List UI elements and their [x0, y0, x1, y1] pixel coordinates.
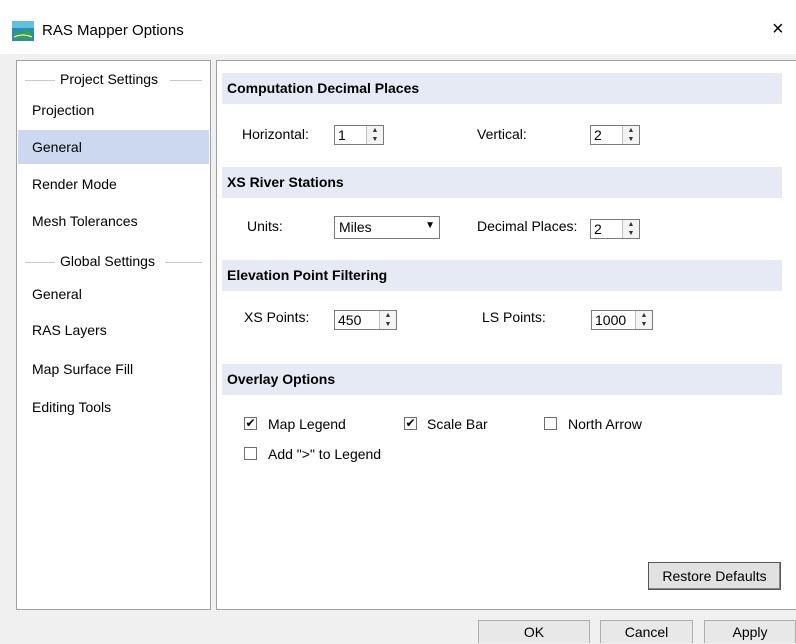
title-bar: RAS Mapper Options × [0, 0, 796, 54]
settings-content-panel: Computation Decimal Places Horizontal: 1… [216, 60, 796, 610]
window-title: RAS Mapper Options [42, 22, 184, 39]
vertical-value: 2 [594, 127, 602, 143]
restore-defaults-button[interactable]: Restore Defaults [648, 562, 781, 590]
north-arrow-label[interactable]: North Arrow [568, 416, 642, 432]
xs-points-label: XS Points: [244, 309, 310, 325]
nav-item-mesh-tolerances[interactable]: Mesh Tolerances [18, 204, 209, 238]
chevron-down-icon[interactable]: ▼ [425, 220, 435, 231]
horizontal-value: 1 [338, 127, 346, 143]
nav-item-map-surface-fill[interactable]: Map Surface Fill [18, 352, 209, 386]
project-settings-label: Project Settings [60, 71, 159, 87]
spinner-arrows-icon[interactable]: ▲ ▼ [379, 311, 396, 329]
spinner-arrows-icon[interactable]: ▲ ▼ [622, 126, 639, 144]
close-icon[interactable]: × [772, 18, 784, 40]
overlay-section-header: Overlay Options [222, 364, 782, 395]
map-legend-label[interactable]: Map Legend [268, 416, 346, 432]
cancel-button[interactable]: Cancel [600, 620, 693, 643]
project-settings-group: Project Settings [17, 71, 210, 91]
checkmark-icon: ✔ [245, 416, 256, 430]
horizontal-spinner[interactable]: 1 ▲ ▼ [334, 125, 384, 145]
ls-points-spinner[interactable]: 1000 ▲ ▼ [591, 310, 653, 330]
map-legend-checkbox[interactable]: ✔ [244, 417, 257, 430]
ls-points-value: 1000 [595, 312, 627, 328]
scale-bar-label[interactable]: Scale Bar [427, 416, 488, 432]
nav-item-general-global[interactable]: General [18, 277, 209, 311]
decimal-places-label: Decimal Places: [477, 218, 578, 234]
xs-stations-section-header: XS River Stations [222, 167, 782, 198]
spinner-arrows-icon[interactable]: ▲ ▼ [366, 126, 383, 144]
elevation-section-header: Elevation Point Filtering [222, 260, 782, 291]
vertical-spinner[interactable]: 2 ▲ ▼ [590, 125, 640, 145]
computation-section-header: Computation Decimal Places [222, 73, 782, 104]
decimal-places-spinner[interactable]: 2 ▲ ▼ [590, 219, 640, 239]
ls-points-label: LS Points: [482, 309, 546, 325]
spinner-arrows-icon[interactable]: ▲ ▼ [622, 220, 639, 238]
xs-points-value: 450 [338, 312, 362, 328]
ok-button[interactable]: OK [478, 620, 590, 643]
add-gt-legend-label[interactable]: Add ">" to Legend [268, 446, 381, 462]
decimal-places-value: 2 [594, 221, 602, 237]
xs-points-spinner[interactable]: 450 ▲ ▼ [334, 310, 397, 330]
global-settings-group: Global Settings [17, 253, 210, 273]
nav-item-ras-layers[interactable]: RAS Layers [18, 313, 209, 347]
spinner-arrows-icon[interactable]: ▲ ▼ [635, 311, 652, 329]
scale-bar-checkbox[interactable]: ✔ [404, 417, 417, 430]
checkmark-icon: ✔ [405, 416, 416, 430]
nav-item-general-project[interactable]: General [18, 130, 209, 164]
nav-item-editing-tools[interactable]: Editing Tools [18, 390, 209, 424]
add-gt-legend-checkbox[interactable] [244, 447, 257, 460]
north-arrow-checkbox[interactable] [544, 417, 557, 430]
units-label: Units: [247, 218, 283, 234]
vertical-label: Vertical: [477, 126, 527, 142]
units-dropdown[interactable]: Miles ▼ [334, 216, 440, 239]
settings-nav-panel: Project Settings Projection General Rend… [16, 60, 211, 610]
apply-button[interactable]: Apply [704, 620, 796, 643]
horizontal-label: Horizontal: [242, 126, 309, 142]
nav-item-projection[interactable]: Projection [18, 93, 209, 127]
global-settings-label: Global Settings [60, 253, 155, 269]
nav-item-render-mode[interactable]: Render Mode [18, 167, 209, 201]
ras-mapper-app-icon [12, 21, 34, 41]
units-value: Miles [339, 219, 372, 235]
